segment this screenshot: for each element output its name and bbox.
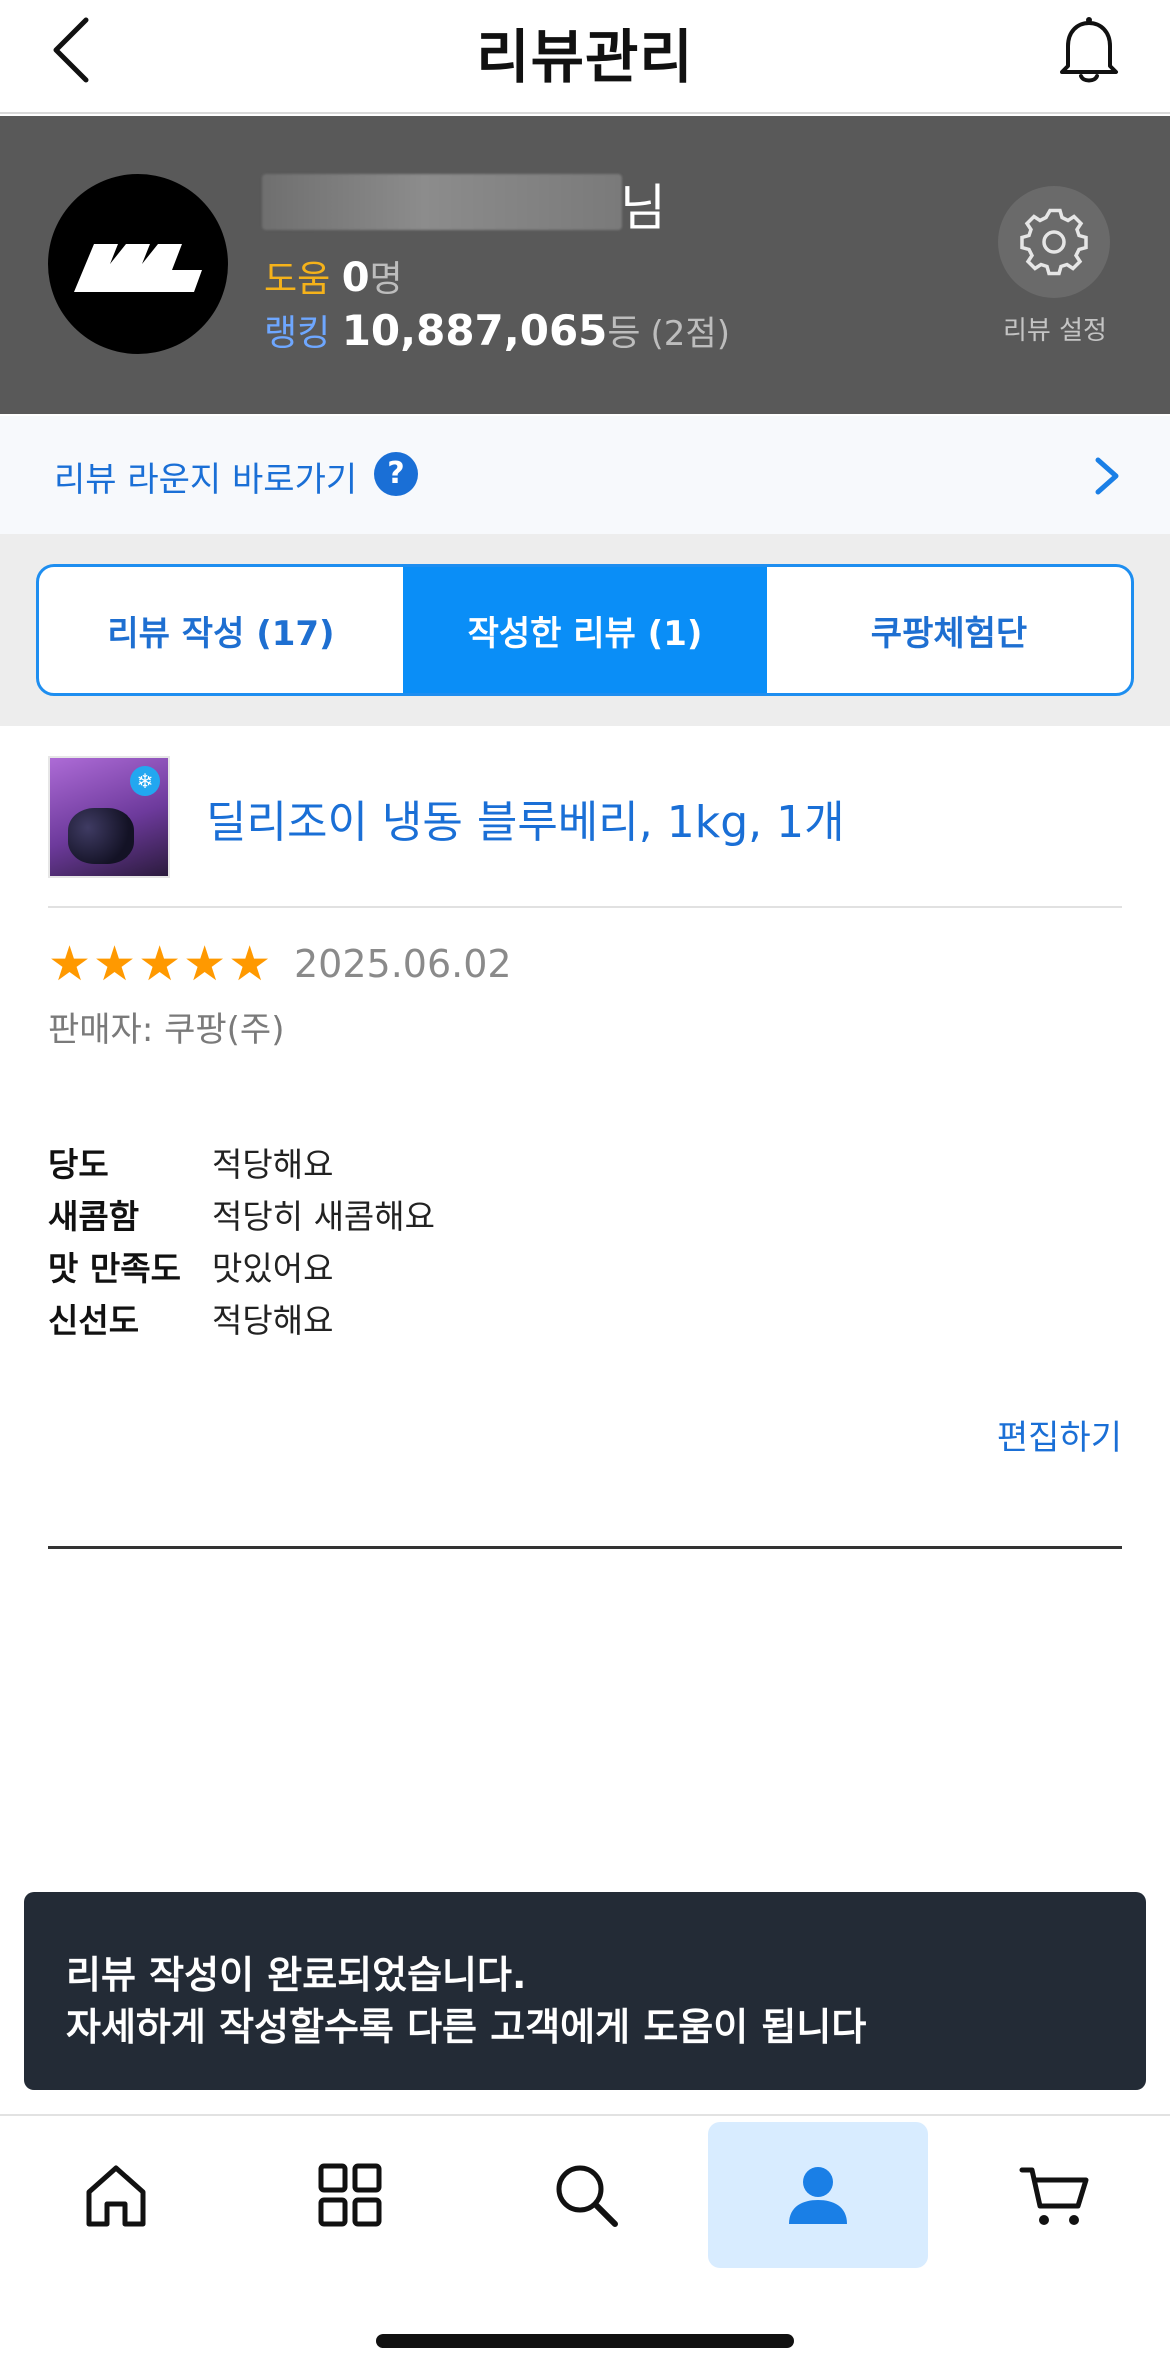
attribute-value: 적당히 새콤해요 [212,1197,436,1236]
star-icon: ★ [228,936,272,992]
review-date: 2025.06.02 [294,942,512,986]
category-grid-icon [318,2163,382,2227]
product-thumbnail[interactable]: ❄ [48,756,170,878]
ranking-unit: 등 [607,313,641,354]
gear-icon [1020,208,1088,276]
help-question-icon[interactable]: ? [374,452,418,496]
star-icon: ★ [93,936,137,992]
blueberry-image [68,808,134,864]
bell-icon[interactable] [1056,14,1122,86]
attribute-value: 맛있어요 [212,1249,334,1288]
ranking-label: 랭킹 [264,313,331,354]
star-icon: ★ [183,936,227,992]
ranking-value: 10,887,065 [341,306,608,355]
toast-line-2: 자세하게 작성할수록 다른 고객에게 도움이 됩니다 [66,2005,867,2049]
avatar[interactable] [48,174,228,354]
help-unit: 명 [369,259,403,300]
seller-info: 판매자: 쿠팡(주) [48,1010,285,1050]
help-count: 0 [341,255,370,301]
nav-search[interactable] [476,2122,696,2268]
page-title: 리뷰관리 [476,23,694,91]
attribute-value: 적당해요 [212,1145,334,1184]
top-bar: 리뷰관리 [0,0,1170,114]
edit-review-link[interactable]: 편집하기 [997,1410,1122,1459]
review-settings-label[interactable]: 리뷰 설정 [960,310,1150,347]
attribute-key: 당도 [48,1145,109,1184]
home-icon [86,2165,146,2227]
attribute-key: 신선도 [48,1301,140,1340]
tab-coupang-experience[interactable]: 쿠팡체험단 [767,567,1131,693]
nav-my-page[interactable] [708,2122,928,2268]
help-count-row: 도움 0명 [264,250,403,302]
review-lounge-label[interactable]: 리뷰 라운지 바로가기 [54,452,357,501]
attribute-key: 새콤함 [48,1197,140,1236]
ranking-row: 랭킹 10,887,065등 (2점) [264,304,730,356]
person-icon [789,2167,847,2224]
review-tabs: 리뷰 작성 (17) 작성한 리뷰 (1) 쿠팡체험단 [36,564,1134,696]
chevron-right-icon[interactable] [1092,454,1122,498]
star-icon: ★ [138,936,182,992]
snowflake-icon: ❄ [130,766,160,796]
nav-cart[interactable] [944,2122,1164,2268]
nav-home[interactable] [6,2122,226,2268]
search-icon [556,2165,618,2227]
nav-categories[interactable] [240,2122,460,2268]
profile-section: 님 도움 0명 랭킹 10,887,065등 (2점) 리뷰 설정 [0,116,1170,414]
attribute-value: 적당해요 [212,1301,334,1340]
review-settings-button[interactable] [998,186,1110,298]
user-name-redacted [262,174,622,230]
brand-logo-icon [74,244,202,292]
star-rating: ★ ★ ★ ★ ★ [48,940,271,988]
tab-write-review[interactable]: 리뷰 작성 (17) [39,567,403,693]
section-divider [48,1546,1122,1549]
attribute-key: 맛 만족도 [48,1249,181,1288]
toast-message: 리뷰 작성이 완료되었습니다. 자세하게 작성할수록 다른 고객에게 도움이 됩… [24,1892,1146,2090]
ranking-score: (2점) [650,314,730,354]
review-lounge-link[interactable]: 리뷰 라운지 바로가기 ? [0,416,1170,534]
tab-written-reviews[interactable]: 작성한 리뷰 (1) [403,567,767,693]
cart-icon [1019,2167,1089,2225]
divider [48,906,1122,908]
product-title[interactable]: 딜리조이 냉동 블루베리, 1kg, 1개 [206,786,845,850]
star-icon: ★ [48,936,92,992]
tabs-container: 리뷰 작성 (17) 작성한 리뷰 (1) 쿠팡체험단 [0,534,1170,726]
home-indicator [376,2334,794,2348]
help-label: 도움 [264,259,331,300]
toast-line-1: 리뷰 작성이 완료되었습니다. [66,1953,527,1997]
user-name-suffix: 님 [620,179,666,237]
